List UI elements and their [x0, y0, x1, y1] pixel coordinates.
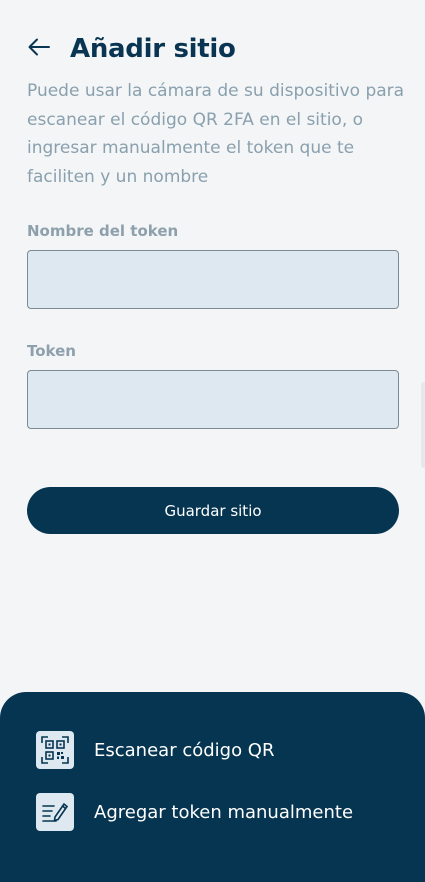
token-input[interactable] [27, 370, 399, 429]
scan-qr-option[interactable]: Escanear código QR [36, 731, 274, 769]
back-button[interactable] [26, 36, 52, 62]
arrow-left-icon [28, 38, 50, 60]
edit-list-icon [36, 793, 74, 831]
add-site-screen: Añadir sitio Puede usar la cámara de su … [0, 0, 425, 882]
manual-token-label: Agregar token manualmente [94, 801, 354, 823]
header: Añadir sitio [26, 34, 236, 64]
page-description: Puede usar la cámara de su dispositivo p… [27, 81, 405, 187]
save-site-button[interactable]: Guardar sitio [27, 487, 399, 534]
scan-qr-label: Escanear código QR [94, 739, 275, 761]
token-label: Token [27, 342, 76, 360]
bottom-sheet: Escanear código QR Agregar token manualm… [0, 692, 425, 882]
token-name-label: Nombre del token [27, 222, 179, 240]
manual-token-option[interactable]: Agregar token manualmente [36, 793, 353, 831]
page-title: Añadir sitio [70, 34, 236, 64]
side-drawer-handle[interactable] [421, 382, 425, 468]
qr-code-icon [36, 731, 74, 769]
token-name-input[interactable] [27, 250, 399, 309]
